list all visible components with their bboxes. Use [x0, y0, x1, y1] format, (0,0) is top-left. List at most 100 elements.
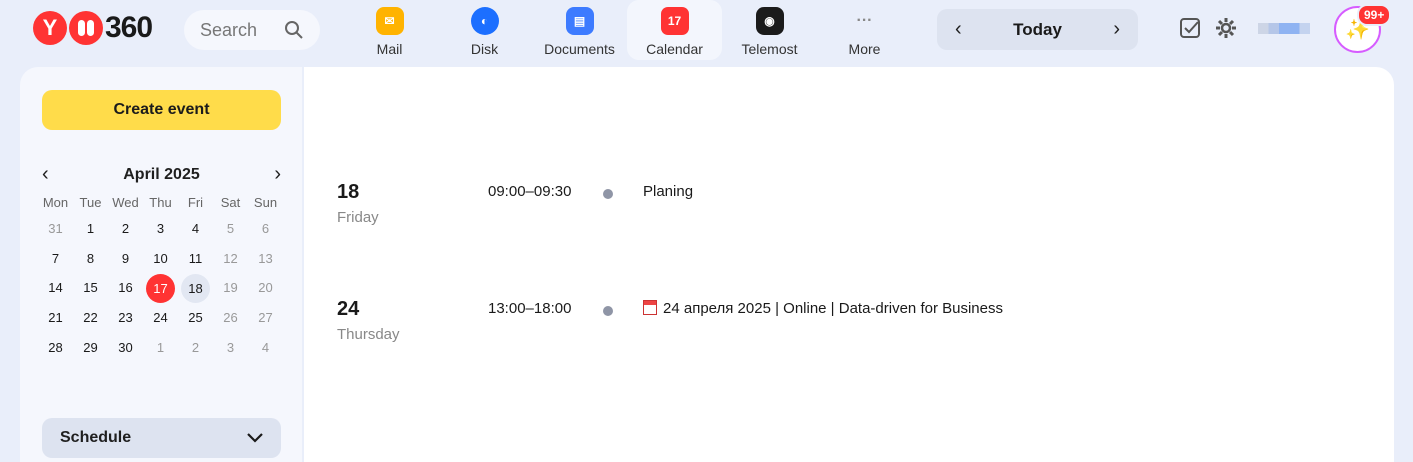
app-mail[interactable]: ✉ Mail	[342, 0, 437, 60]
mini-calendar-day[interactable]: 4	[178, 215, 213, 244]
mini-calendar-day[interactable]: 2	[108, 215, 143, 244]
app-label: Calendar	[646, 41, 703, 57]
toolbar	[1178, 16, 1310, 40]
next-month-chevron-icon[interactable]: ›	[274, 163, 281, 186]
mini-calendar-day[interactable]: 19	[213, 274, 248, 303]
yandex-logo-mark: Y	[33, 11, 67, 45]
mini-calendar-day[interactable]: 26	[213, 304, 248, 333]
app-label: More	[848, 41, 881, 57]
telemost-icon: ◉	[755, 7, 784, 35]
today-button[interactable]: Today	[1013, 20, 1062, 40]
mini-calendar-day[interactable]: 12	[213, 245, 248, 274]
app-disk[interactable]: ◐ Disk	[437, 0, 532, 60]
mini-calendar-day[interactable]: 18	[181, 274, 210, 303]
chevron-down-icon	[247, 433, 263, 443]
app-switcher: ✉ Mail ◐ Disk ▤ Documents 17 Calendar ◉ …	[342, 0, 912, 60]
event-row[interactable]: 24 Thursday 13:00–18:00 24 апреля 2025 |…	[337, 298, 1337, 348]
prev-month-chevron-icon[interactable]: ‹	[42, 163, 49, 186]
create-event-button[interactable]: Create event	[42, 90, 281, 130]
date-navigator: ‹ Today ›	[937, 9, 1138, 50]
app-telemost[interactable]: ◉ Telemost	[722, 0, 817, 60]
mini-calendar-day[interactable]: 28	[38, 334, 73, 363]
mini-calendar-day[interactable]: 3	[143, 215, 178, 244]
mini-calendar-day[interactable]: 21	[38, 304, 73, 333]
app-label: Disk	[470, 41, 499, 57]
event-row[interactable]: 18 Friday 09:00–09:30 Planing	[337, 181, 1337, 231]
schedule-view: 18 Friday 09:00–09:30 Planing 24 Thursda…	[304, 67, 1394, 462]
event-calendar-dot	[603, 189, 613, 199]
weekday-label: Sat	[220, 195, 241, 210]
app-label: Mail	[376, 41, 403, 57]
weekday-label: Mon	[42, 195, 69, 210]
mini-calendar-day[interactable]: 27	[248, 304, 283, 333]
notification-badge: 99+	[1357, 4, 1392, 26]
mini-calendar-day[interactable]: 24	[143, 304, 178, 333]
mini-calendar: ‹ April 2025 › Mon Tue Wed Thu Fri Sat S…	[38, 162, 285, 362]
top-bar: Y 360 Search ✉ Mail ◐ Disk ▤ Documents 1…	[0, 0, 1413, 62]
event-time: 13:00–18:00	[488, 300, 572, 317]
calendar-icon: 17	[660, 7, 689, 35]
logo-dots	[69, 11, 103, 45]
schedule-dropdown[interactable]: Schedule	[42, 418, 281, 458]
settings-gear-icon[interactable]	[1214, 16, 1238, 40]
mini-calendar-day[interactable]: 15	[73, 274, 108, 303]
mini-calendar-day[interactable]: 30	[108, 334, 143, 363]
event-time: 09:00–09:30	[488, 183, 572, 200]
weekday-label: Tue	[79, 195, 102, 210]
event-day-number: 24	[337, 298, 360, 320]
calendar-emoji-icon	[643, 300, 657, 315]
mini-calendar-day[interactable]: 3	[213, 334, 248, 363]
mini-calendar-day[interactable]: 1	[73, 215, 108, 244]
search-placeholder: Search	[200, 19, 258, 40]
event-weekday: Friday	[337, 209, 379, 226]
mini-calendar-day[interactable]: 1	[143, 334, 178, 363]
mini-calendar-month: April 2025	[123, 165, 200, 183]
app-label: Telemost	[741, 41, 798, 57]
mini-calendar-day[interactable]: 29	[73, 334, 108, 363]
weekday-label: Wed	[112, 195, 139, 210]
yandex-360-logo[interactable]: Y 360	[33, 11, 153, 45]
sidebar: Create event ‹ April 2025 › Mon Tue Wed …	[20, 67, 302, 462]
mini-calendar-day[interactable]: 7	[38, 245, 73, 274]
mini-calendar-day[interactable]: 2	[178, 334, 213, 363]
mini-calendar-day[interactable]: 8	[73, 245, 108, 274]
mini-calendar-day[interactable]: 11	[178, 245, 213, 274]
next-period-button[interactable]: ›	[1113, 18, 1120, 41]
mini-calendar-day[interactable]: 17	[146, 274, 175, 303]
mini-calendar-day[interactable]: 31	[38, 215, 73, 244]
mini-calendar-day[interactable]: 16	[108, 274, 143, 303]
event-title-wrapper[interactable]: 24 апреля 2025 | Online | Data-driven fo…	[643, 300, 1003, 317]
weekday-label: Sun	[253, 195, 278, 210]
mail-icon: ✉	[375, 7, 404, 35]
app-calendar[interactable]: 17 Calendar	[627, 0, 722, 60]
weekday-label: Fri	[187, 195, 204, 210]
mini-calendar-day[interactable]: 23	[108, 304, 143, 333]
weekday-header: Mon Tue Wed Thu Fri Sat Sun	[38, 191, 285, 215]
mini-calendar-day[interactable]: 13	[248, 245, 283, 274]
tasks-icon[interactable]	[1178, 16, 1202, 40]
user-name-redacted[interactable]	[1258, 22, 1310, 34]
app-more[interactable]: ··· More	[817, 0, 912, 60]
disk-icon: ◐	[470, 7, 499, 35]
mini-calendar-day[interactable]: 10	[143, 245, 178, 274]
search-icon[interactable]	[284, 20, 304, 40]
mini-calendar-day[interactable]: 14	[38, 274, 73, 303]
event-title: 24 апреля 2025 | Online | Data-driven fo…	[663, 300, 1003, 317]
schedule-label: Schedule	[60, 429, 132, 446]
mini-calendar-day[interactable]: 22	[73, 304, 108, 333]
documents-icon: ▤	[565, 7, 594, 35]
mini-calendar-days: 31 1 2 3 4 5 6 7 8 9 10 11 12 13 14 15 16 17 18 19 20 21 22 23 2…	[38, 215, 285, 362]
app-documents[interactable]: ▤ Documents	[532, 0, 627, 60]
search-box[interactable]: Search	[184, 10, 320, 50]
mini-calendar-day[interactable]: 9	[108, 245, 143, 274]
mini-calendar-day[interactable]: 25	[178, 304, 213, 333]
mini-calendar-day[interactable]: 6	[248, 215, 283, 244]
prev-period-button[interactable]: ‹	[955, 18, 962, 41]
mini-calendar-day[interactable]: 5	[213, 215, 248, 244]
mini-calendar-day[interactable]: 4	[248, 334, 283, 363]
mini-calendar-day[interactable]: 20	[248, 274, 283, 303]
event-day-number: 18	[337, 181, 360, 203]
event-title[interactable]: Planing	[643, 183, 693, 200]
event-calendar-dot	[603, 306, 613, 316]
mini-calendar-header: ‹ April 2025 ›	[38, 162, 285, 187]
